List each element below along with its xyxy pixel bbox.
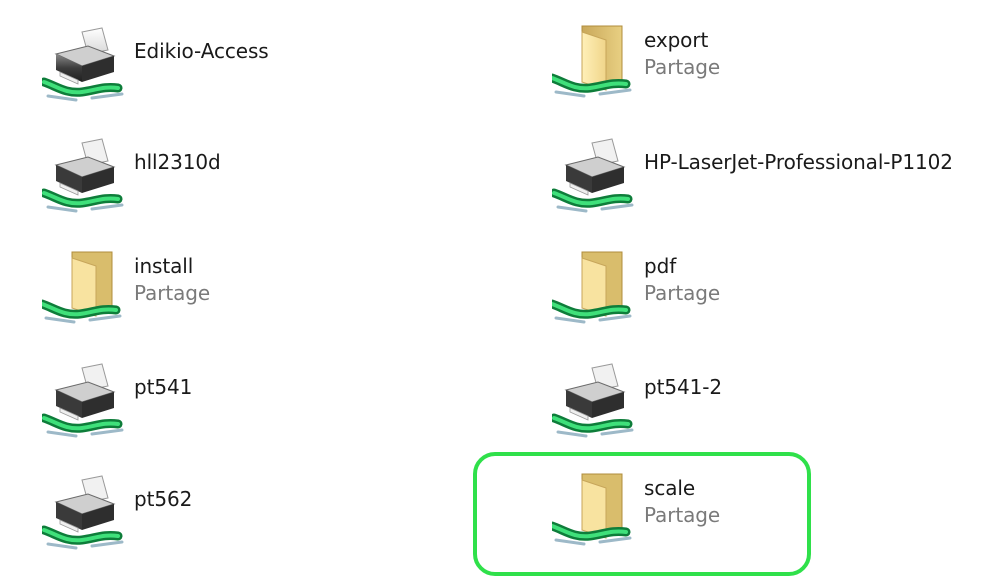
share-name: pt541-2: [644, 375, 722, 399]
printer-icon: [552, 362, 642, 444]
printer-icon: [42, 474, 132, 556]
highlight-outline: [473, 452, 811, 576]
share-name: pt562: [134, 487, 193, 511]
share-name: export: [644, 28, 709, 52]
share-name: HP-LaserJet-Professional-P1102: [644, 150, 953, 174]
share-item-hp-laserjet[interactable]: HP-LaserJet-Professional-P1102: [552, 137, 953, 219]
share-item-text: export Partage: [644, 22, 720, 81]
shared-folder-icon: [42, 248, 132, 330]
share-item-hll2310d[interactable]: hll2310d: [42, 137, 221, 219]
shared-folder-icon: [552, 248, 642, 330]
share-item-pdf[interactable]: pdf Partage: [552, 248, 720, 330]
share-subtitle: Partage: [644, 55, 721, 79]
share-name: Edikio-Access: [134, 39, 269, 63]
printer-icon: [42, 137, 132, 219]
printer-icon: [42, 26, 132, 108]
printer-icon: [42, 362, 132, 444]
share-item-pt541[interactable]: pt541: [42, 362, 192, 444]
share-name: pdf: [644, 254, 677, 278]
share-item-install[interactable]: install Partage: [42, 248, 210, 330]
share-item-text: pt562: [134, 474, 192, 512]
share-item-text: Edikio-Access: [134, 26, 269, 64]
printer-icon: [552, 137, 642, 219]
share-name: pt541: [134, 375, 193, 399]
share-item-text: hll2310d: [134, 137, 221, 175]
share-item-text: HP-LaserJet-Professional-P1102: [644, 137, 953, 175]
share-item-text: pt541-2: [644, 362, 722, 400]
share-item-pt562[interactable]: pt562: [42, 474, 192, 556]
share-item-text: pdf Partage: [644, 248, 720, 307]
share-item-edikio-access[interactable]: Edikio-Access: [42, 26, 269, 108]
share-name: hll2310d: [134, 150, 221, 174]
share-subtitle: Partage: [644, 281, 721, 305]
share-subtitle: Partage: [134, 281, 211, 305]
share-item-export[interactable]: export Partage: [552, 22, 720, 104]
network-shares-view: Edikio-Access export Partage hll2310d HP…: [0, 0, 985, 588]
share-item-text: pt541: [134, 362, 192, 400]
share-name: install: [134, 254, 194, 278]
share-item-text: install Partage: [134, 248, 210, 307]
share-item-pt541-2[interactable]: pt541-2: [552, 362, 722, 444]
shared-folder-icon: [552, 22, 642, 104]
